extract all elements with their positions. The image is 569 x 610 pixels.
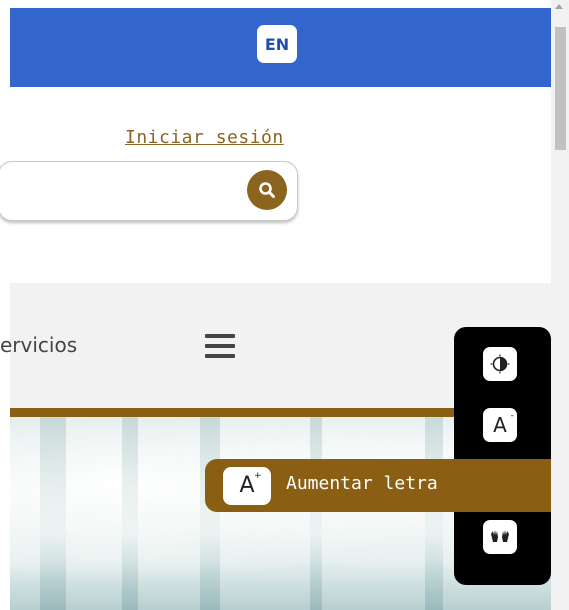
nav-item-servicios[interactable]: ervicios: [0, 333, 77, 357]
scrollbar-thumb[interactable]: [555, 27, 566, 150]
contrast-button[interactable]: [483, 347, 517, 381]
vertical-scrollbar[interactable]: [551, 0, 569, 610]
decrease-font-button[interactable]: A-: [483, 408, 517, 442]
sign-language-button[interactable]: [483, 520, 517, 554]
top-header-bar: EN: [10, 8, 551, 87]
increase-font-icon: A +: [239, 471, 262, 498]
login-link[interactable]: Iniciar sesión: [125, 127, 284, 148]
search-icon: [258, 182, 275, 198]
search-button[interactable]: [238, 168, 295, 212]
contrast-icon: [490, 354, 510, 374]
increase-font-label: Aumentar letra: [286, 473, 438, 494]
hamburger-menu-icon[interactable]: [205, 334, 235, 358]
scroll-up-arrow-icon[interactable]: [555, 4, 563, 9]
decrease-font-icon: A-: [493, 411, 514, 437]
increase-font-tooltip[interactable]: A + Aumentar letra: [205, 459, 551, 512]
sign-language-icon: [491, 530, 509, 542]
increase-font-button[interactable]: A +: [223, 467, 271, 505]
language-toggle-button[interactable]: EN: [257, 25, 297, 63]
